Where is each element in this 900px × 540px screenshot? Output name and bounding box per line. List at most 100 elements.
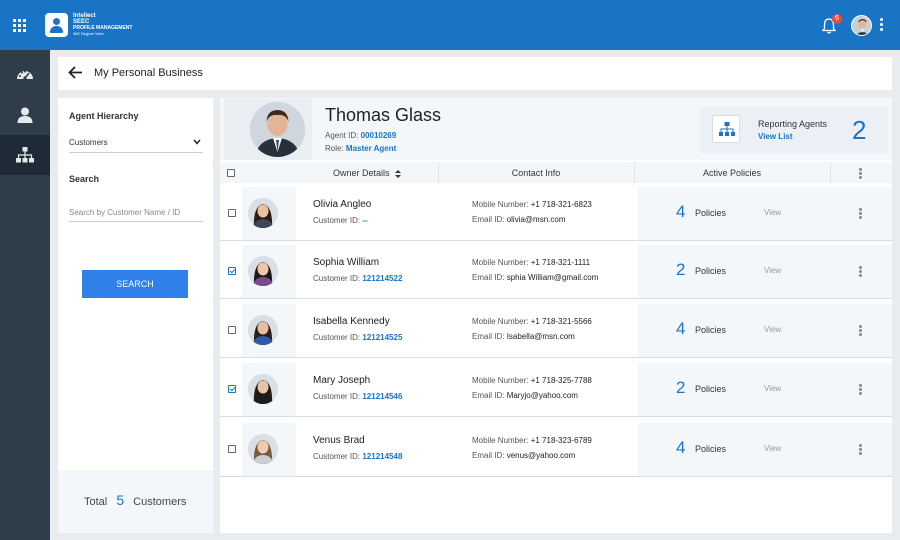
- chevron-down-icon: [193, 139, 201, 145]
- filter-panel: [58, 98, 213, 533]
- dashboard-icon: [17, 70, 33, 80]
- customer-name: Isabella Kennedy: [313, 316, 390, 327]
- hierarchy-select[interactable]: Customers: [69, 134, 203, 153]
- agent-role: Master Agent: [345, 144, 397, 153]
- total-prefix: Total: [84, 496, 108, 508]
- policies-label: Policies: [695, 384, 727, 394]
- contact-info-header: Contact Info: [511, 168, 561, 178]
- agent-id-line: Agent ID: 00010269: [325, 131, 396, 140]
- customer-avatar: [248, 315, 278, 345]
- nav-hierarchy[interactable]: [0, 135, 50, 175]
- notification-badge: 6: [832, 14, 842, 24]
- reporting-agents-count: 2: [852, 115, 867, 145]
- customer-id[interactable]: --: [362, 216, 367, 225]
- customer-name: Sophia William: [313, 257, 380, 268]
- total-summary: Total 5 Customers: [58, 470, 213, 533]
- header-divider: [438, 162, 439, 184]
- table-header: Owner Details Contact Info Active Polici…: [220, 162, 892, 184]
- policies-label: Policies: [695, 444, 727, 454]
- row-checkbox[interactable]: [228, 209, 236, 217]
- policy-count: 2: [676, 260, 686, 279]
- agent-id-label: Agent ID:: [325, 131, 359, 140]
- more-vert-icon[interactable]: [859, 444, 863, 456]
- email-label: Email ID:: [472, 215, 505, 224]
- view-list-link[interactable]: View List: [758, 132, 793, 141]
- owner-details-header[interactable]: Owner Details: [296, 162, 438, 184]
- apps-grid-icon[interactable]: [13, 19, 26, 32]
- row-divider: [220, 357, 892, 358]
- email-label: Email ID:: [472, 273, 505, 282]
- policy-count: 4: [676, 202, 686, 221]
- row-checkbox[interactable]: [228, 385, 236, 393]
- customer-id-line: Customer ID: 121214525: [313, 333, 402, 342]
- search-button[interactable]: SEARCH: [82, 270, 188, 298]
- policy-count: 4: [676, 319, 686, 338]
- user-icon: [17, 107, 33, 123]
- more-vert-icon[interactable]: [859, 208, 863, 220]
- policy-count: 4: [676, 438, 686, 457]
- search-input[interactable]: [69, 204, 203, 222]
- total-count: 5: [116, 492, 125, 508]
- view-policies-link[interactable]: View: [764, 266, 781, 275]
- customer-name: Venus Brad: [313, 435, 365, 446]
- mobile-line: Mobile Number: +1 718-321-5566: [472, 317, 592, 326]
- email-address: venus@yahoo.com: [506, 451, 576, 460]
- row-divider: [220, 298, 892, 299]
- customer-id[interactable]: 121214548: [362, 452, 402, 461]
- mobile-line: Mobile Number: +1 718-323-6789: [472, 436, 592, 445]
- email-line: Email ID: sphia William@gmail.com: [472, 273, 598, 282]
- customer-id-line: Customer ID: 121214546: [313, 392, 402, 401]
- more-vert-icon[interactable]: [859, 266, 863, 278]
- table-row[interactable]: Olivia Angleo Customer ID: -- Mobile Num…: [220, 183, 892, 241]
- row-checkbox[interactable]: [228, 445, 236, 453]
- user-avatar[interactable]: [851, 15, 872, 36]
- view-policies-link[interactable]: View: [764, 208, 781, 217]
- customer-id-label: Customer ID:: [313, 216, 361, 225]
- table-row[interactable]: Mary Joseph Customer ID: 121214546 Mobil…: [220, 359, 892, 417]
- view-policies-link[interactable]: View: [764, 325, 781, 334]
- mobile-number: +1 718-325-7788: [530, 376, 592, 385]
- customer-id[interactable]: 121214525: [362, 333, 402, 342]
- email-line: Email ID: olivia@msn.com: [472, 215, 566, 224]
- email-address: sphia William@gmail.com: [506, 273, 599, 282]
- more-vert-icon[interactable]: [859, 325, 863, 337]
- select-all-checkbox[interactable]: [227, 169, 235, 177]
- row-policies-cell: [638, 304, 830, 357]
- more-vert-icon[interactable]: [859, 384, 863, 396]
- customer-id-label: Customer ID:: [313, 333, 361, 342]
- mobile-line: Mobile Number: +1 718-321-6823: [472, 200, 592, 209]
- policy-count: 2: [676, 378, 686, 397]
- table-row[interactable]: Sophia William Customer ID: 121214522 Mo…: [220, 241, 892, 299]
- search-label: Search: [69, 174, 100, 184]
- view-policies-link[interactable]: View: [764, 384, 781, 393]
- row-checkbox[interactable]: [228, 326, 236, 334]
- customer-id-label: Customer ID:: [313, 274, 361, 283]
- customer-id-line: Customer ID: 121214522: [313, 274, 402, 283]
- email-address: olivia@msn.com: [506, 215, 566, 224]
- more-vert-icon[interactable]: [880, 18, 884, 32]
- header-divider: [830, 162, 831, 184]
- mobile-number: +1 718-321-5566: [530, 317, 592, 326]
- row-checkbox[interactable]: [228, 267, 236, 275]
- logo-line4: 360 Degree View: [73, 31, 104, 36]
- app-logo: Intellect SEEC PROFILE MANAGEMENT 360 De…: [73, 13, 132, 37]
- reporting-icon-box[interactable]: [712, 115, 740, 143]
- customer-id[interactable]: 121214522: [362, 274, 402, 283]
- row-policies-cell: [638, 245, 830, 298]
- reporting-agents-card: Reporting Agents View List 2: [700, 107, 888, 153]
- back-arrow-icon[interactable]: [68, 66, 83, 79]
- agent-id: 00010269: [360, 131, 397, 140]
- view-policies-link[interactable]: View: [764, 444, 781, 453]
- mobile-number: +1 718-321-1111: [530, 258, 591, 267]
- more-vert-icon[interactable]: [859, 168, 863, 180]
- customer-id[interactable]: 121214546: [362, 392, 402, 401]
- mobile-line: Mobile Number: +1 718-321-1111: [472, 258, 590, 267]
- email-label: Email ID:: [472, 451, 505, 460]
- policies-label: Policies: [695, 208, 727, 218]
- table-row[interactable]: Venus Brad Customer ID: 121214548 Mobile…: [220, 419, 892, 477]
- nav-dashboard[interactable]: [0, 55, 50, 95]
- hierarchy-label: Agent Hierarchy: [69, 111, 139, 121]
- customer-avatar: [248, 434, 278, 464]
- nav-profile[interactable]: [0, 95, 50, 135]
- table-row[interactable]: Isabella Kennedy Customer ID: 121214525 …: [220, 300, 892, 358]
